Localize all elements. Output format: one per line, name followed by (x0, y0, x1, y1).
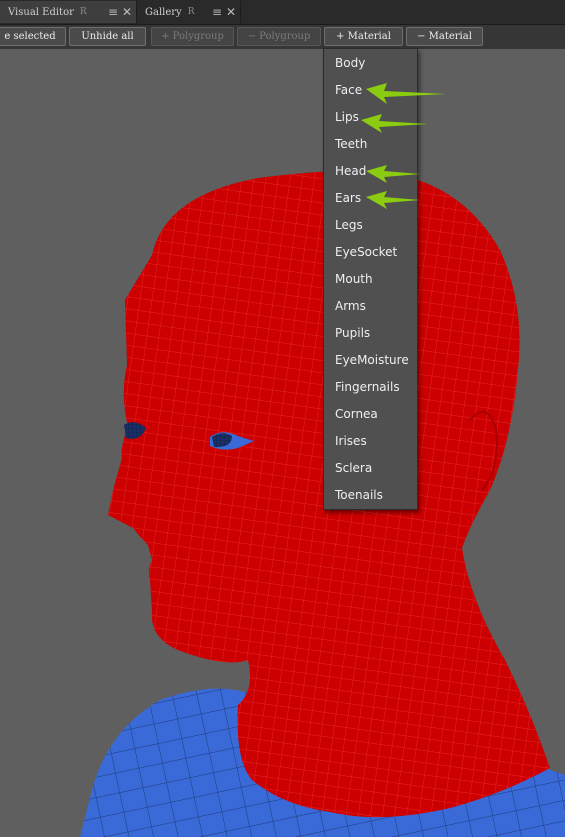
tab-label: Gallery (145, 6, 182, 18)
unhide-all-button[interactable]: Unhide all (69, 27, 146, 46)
close-icon[interactable]: ✕ (226, 4, 236, 20)
pin-icon: R (79, 7, 87, 17)
add-polygroup-button: + Polygroup (151, 27, 234, 46)
menu-item-head[interactable]: Head (335, 163, 366, 179)
menu-item-teeth[interactable]: Teeth (335, 136, 367, 152)
tab-menu-icon[interactable]: ≡ (212, 4, 222, 20)
close-icon[interactable]: ✕ (122, 4, 132, 20)
remove-polygroup-button: − Polygroup (237, 27, 321, 46)
add-material-button[interactable]: + Material (324, 27, 403, 46)
tab-label: Visual Editor (8, 6, 74, 18)
menu-item-legs[interactable]: Legs (335, 217, 363, 233)
menu-item-body[interactable]: Body (335, 55, 365, 71)
remove-material-button[interactable]: − Material (406, 27, 483, 46)
menu-item-fingernails[interactable]: Fingernails (335, 379, 400, 395)
tab-visual-editor[interactable]: Visual Editor R ≡ ✕ (0, 1, 137, 23)
menu-item-eyemoisture[interactable]: EyeMoisture (335, 352, 409, 368)
3d-viewport[interactable] (0, 49, 565, 837)
menu-item-pupils[interactable]: Pupils (335, 325, 370, 341)
menu-item-cornea[interactable]: Cornea (335, 406, 378, 422)
menu-item-eyesocket[interactable]: EyeSocket (335, 244, 397, 260)
material-dropdown-menu: Body Face Lips Teeth Head Ears Legs EyeS… (323, 48, 418, 510)
hide-selected-button[interactable]: e selected (0, 27, 66, 46)
menu-item-sclera[interactable]: Sclera (335, 460, 372, 476)
tab-bar: Visual Editor R ≡ ✕ Gallery R ≡ ✕ (0, 0, 565, 25)
menu-item-face[interactable]: Face (335, 82, 362, 98)
menu-item-toenails[interactable]: Toenails (335, 487, 383, 503)
pin-icon: R (187, 7, 195, 17)
menu-item-lips[interactable]: Lips (335, 109, 359, 125)
tab-menu-icon[interactable]: ≡ (108, 4, 118, 20)
toolbar: e selected Unhide all + Polygroup − Poly… (0, 25, 565, 49)
figure-mesh-render (80, 170, 565, 837)
menu-item-mouth[interactable]: Mouth (335, 271, 373, 287)
tab-gallery[interactable]: Gallery R ≡ ✕ (137, 1, 241, 23)
menu-item-ears[interactable]: Ears (335, 190, 361, 206)
menu-item-arms[interactable]: Arms (335, 298, 366, 314)
menu-item-irises[interactable]: Irises (335, 433, 367, 449)
